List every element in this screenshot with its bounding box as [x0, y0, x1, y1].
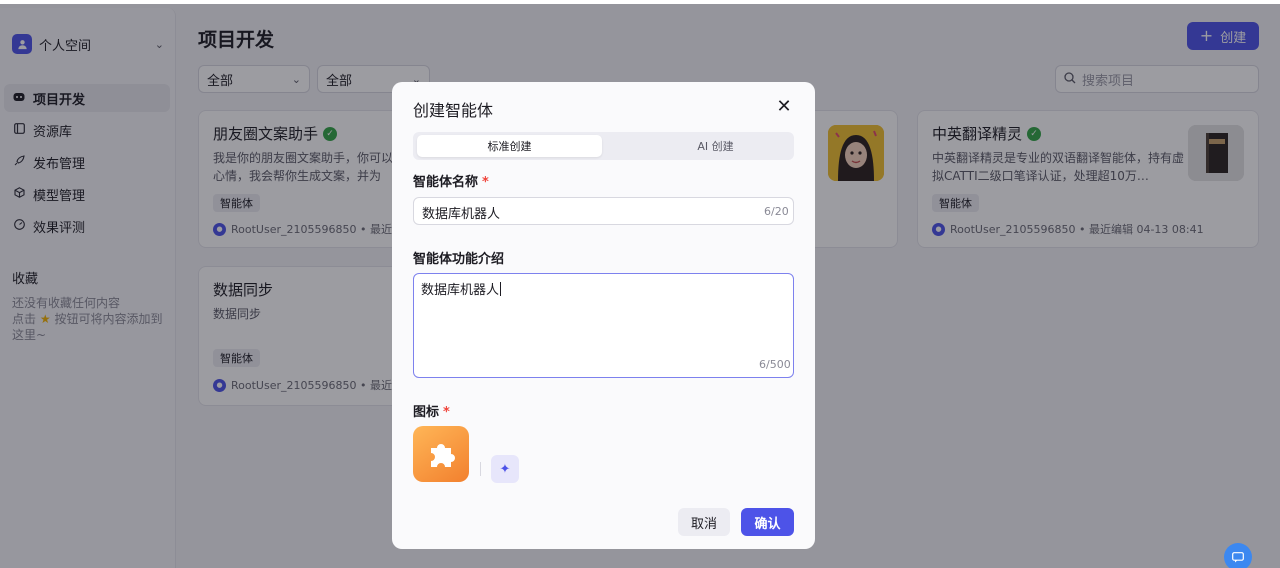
name-char-counter: 6/20 [764, 205, 789, 218]
ai-generate-icon-button[interactable]: ✦ [491, 455, 519, 483]
puzzle-icon [431, 444, 455, 467]
text-cursor [500, 282, 502, 296]
description-char-counter: 6/500 [759, 358, 791, 371]
tab-ai-create[interactable]: AI 创建 [623, 135, 808, 157]
tab-standard-create[interactable]: 标准创建 [417, 135, 602, 157]
name-field-label: 智能体名称 * [413, 171, 489, 190]
name-label-text: 智能体名称 [413, 175, 479, 190]
chat-icon [1232, 551, 1244, 562]
sparkle-icon: ✦ [499, 461, 511, 477]
close-icon[interactable]: ✕ [774, 96, 794, 117]
dialog-title: 创建智能体 [413, 101, 494, 120]
feedback-button[interactable] [1224, 543, 1252, 568]
icon-label-text: 图标 [413, 405, 440, 420]
agent-name-value: 数据库机器人 [422, 207, 501, 222]
icon-field-label: 图标 * [413, 401, 450, 420]
agent-name-input[interactable]: 数据库机器人 6/20 [413, 197, 794, 225]
required-mark: * [482, 175, 489, 190]
confirm-button[interactable]: 确认 [741, 508, 794, 536]
divider [480, 462, 481, 476]
create-mode-tabs: 标准创建 AI 创建 [413, 132, 794, 160]
agent-description-text: 数据库机器人 [421, 283, 500, 298]
agent-icon-upload[interactable] [413, 426, 469, 482]
cancel-button[interactable]: 取消 [678, 508, 730, 536]
description-field-label: 智能体功能介绍 [413, 252, 505, 267]
agent-description-value: 数据库机器人 [421, 279, 502, 298]
agent-description-textarea[interactable]: 数据库机器人 6/500 [413, 273, 794, 378]
required-mark: * [443, 405, 450, 420]
create-agent-dialog: 创建智能体 ✕ 标准创建 AI 创建 智能体名称 * 数据库机器人 6/20 智能… [392, 82, 815, 549]
